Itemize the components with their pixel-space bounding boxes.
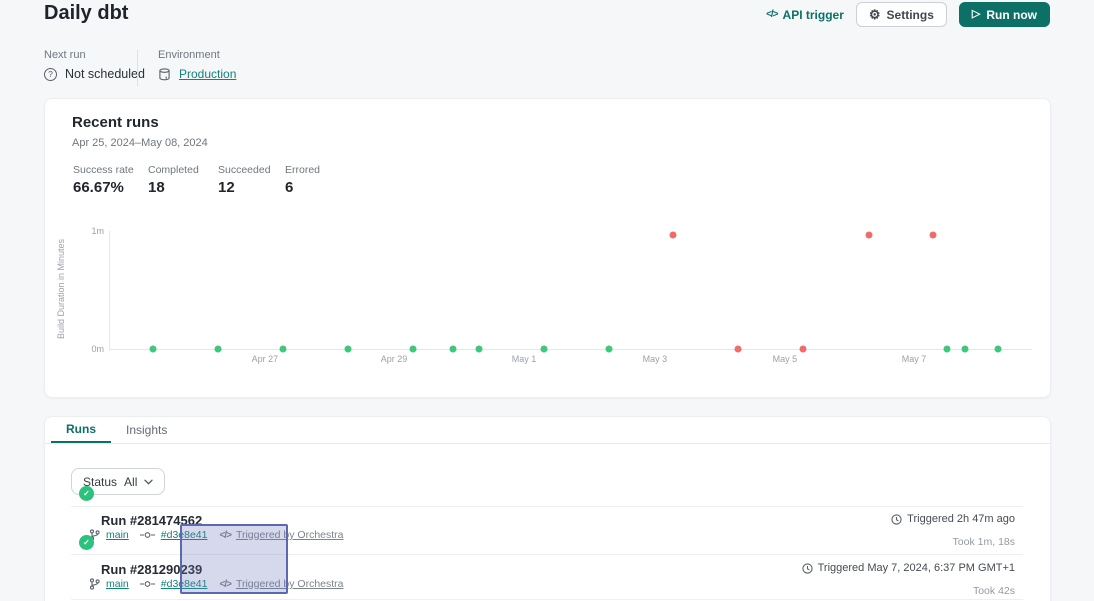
stat-errored: Errored 6 [285,164,320,196]
chart-point-succeeded[interactable] [344,346,351,353]
settings-button[interactable]: ⚙ Settings [856,2,947,27]
chart-point-succeeded[interactable] [541,346,548,353]
chart-point-succeeded[interactable] [150,346,157,353]
chart-point-succeeded[interactable] [410,346,417,353]
run-status-success-icon: ✓ [79,535,94,550]
tab-bar: Runs Insights [45,417,1050,444]
chart-x-tick: Apr 29 [381,354,408,364]
branch-link[interactable]: main [106,529,129,541]
run-triggered-time: Triggered May 7, 2024, 6:37 PM GMT+1 [802,562,1015,574]
chart-point-succeeded[interactable] [961,346,968,353]
status-filter-value: All [124,475,137,489]
run-duration: Took 1m, 18s [953,536,1015,548]
chart-point-succeeded[interactable] [994,346,1001,353]
chart-x-tick: Apr 27 [252,354,279,364]
chart-x-tick: May 1 [512,354,537,364]
chart-point-succeeded[interactable] [605,346,612,353]
commit-icon [140,580,155,588]
chart-point-errored[interactable] [734,346,741,353]
api-trigger-label: API trigger [783,8,844,22]
next-run-label: Next run [44,49,86,61]
code-icon: </> [766,9,777,20]
chart-x-tick: May 3 [643,354,668,364]
job-detail-page: Daily dbt </> API trigger ⚙ Settings ▷ R… [0,0,1094,601]
recent-runs-date-range: Apr 25, 2024–May 08, 2024 [72,137,208,149]
meta-divider [137,50,138,86]
chart-point-succeeded[interactable] [475,346,482,353]
gear-icon: ⚙ [869,8,881,21]
stat-completed: Completed 18 [148,164,199,196]
settings-label: Settings [887,8,934,22]
tab-insights[interactable]: Insights [111,417,182,443]
chart-point-errored[interactable] [800,346,807,353]
chart-y-tick: 0m [78,344,104,354]
tab-runs[interactable]: Runs [51,417,111,443]
chart-y-axis-label: Build Duration in Minutes [56,219,66,359]
selection-overlay [180,524,288,594]
run-now-label: Run now [986,8,1037,22]
stat-succeeded: Succeeded 12 [218,164,271,196]
play-icon: ▷ [972,9,980,20]
git-branch-icon [89,578,100,590]
page-title: Daily dbt [44,2,128,25]
environment-link[interactable]: Production [179,67,236,81]
branch-link[interactable]: main [106,578,129,590]
chart-y-tick: 1m [78,226,104,236]
clock-icon [891,514,902,525]
chart-point-succeeded[interactable] [280,346,287,353]
next-run-value: Not scheduled [65,67,145,81]
chart-x-tick: May 7 [902,354,927,364]
run-status-success-icon: ✓ [79,486,94,501]
chart-point-errored[interactable] [865,231,872,238]
database-icon [158,68,171,81]
next-run-value-row: ? Not scheduled [44,67,145,81]
recent-runs-card: Recent runs Apr 25, 2024–May 08, 2024 Su… [44,98,1051,398]
clock-icon [802,563,813,574]
environment-value-row: Production [158,67,236,81]
chart-point-succeeded[interactable] [944,346,951,353]
recent-runs-title: Recent runs [72,114,159,131]
chart-point-succeeded[interactable] [214,346,221,353]
api-trigger-link[interactable]: </> API trigger [766,8,844,22]
schedule-question-icon: ? [44,68,57,81]
run-triggered-time: Triggered 2h 47m ago [891,513,1015,525]
row-divider [71,506,1023,507]
chart-point-succeeded[interactable] [449,346,456,353]
chart-point-errored[interactable] [670,231,677,238]
commit-icon [140,531,155,539]
environment-label: Environment [158,49,220,61]
chart-x-tick: May 5 [773,354,798,364]
chevron-down-icon [144,479,153,485]
row-divider [71,599,1023,600]
stat-success-rate: Success rate 66.67% [73,164,134,196]
run-now-button[interactable]: ▷ Run now [959,2,1050,27]
chart-plot: 0m1mApr 27Apr 29May 1May 3May 5May 7 [109,231,1032,350]
header-actions: </> API trigger ⚙ Settings ▷ Run now [766,2,1050,27]
run-duration: Took 42s [973,585,1015,597]
chart-point-errored[interactable] [930,231,937,238]
